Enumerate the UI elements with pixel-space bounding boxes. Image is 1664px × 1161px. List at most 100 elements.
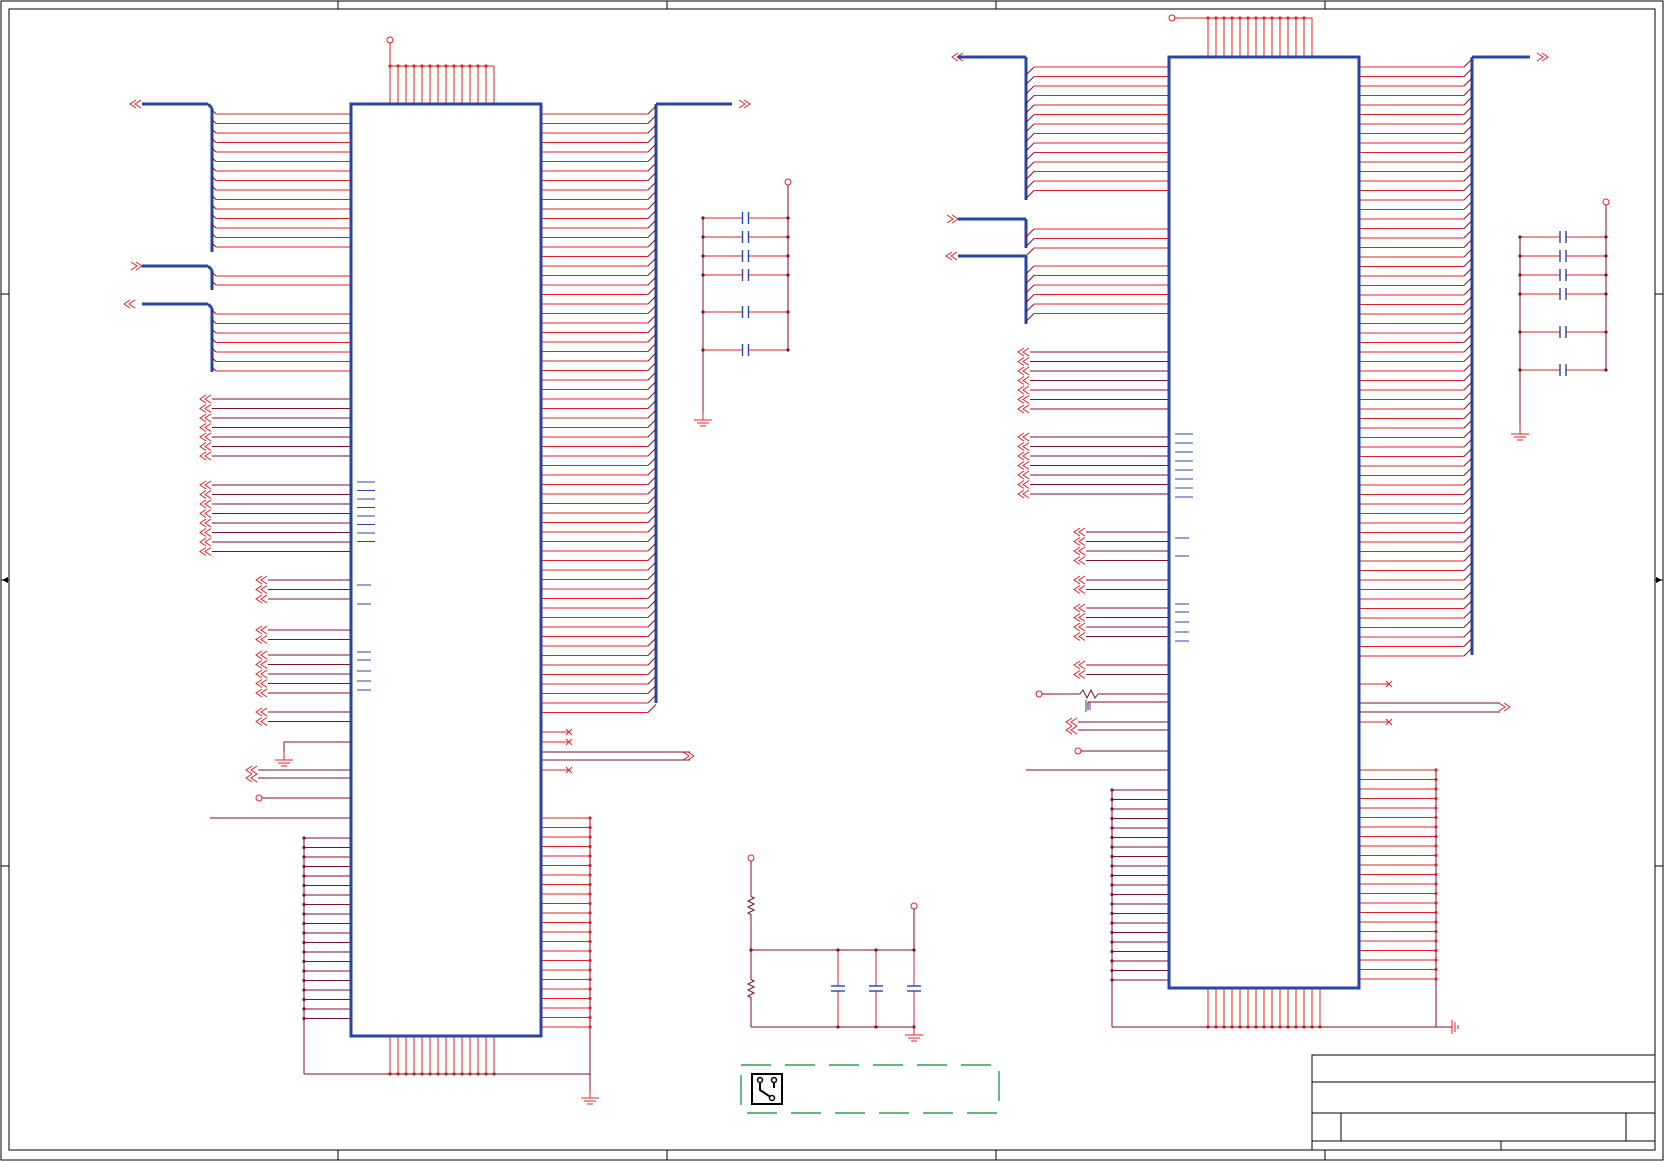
junction-dot (1518, 292, 1522, 296)
junction-dot (1110, 807, 1114, 811)
junction-dot (1604, 254, 1608, 258)
junction-dot (1434, 825, 1438, 829)
junction-dot (588, 987, 592, 991)
junction-dot (1110, 864, 1114, 868)
junction-dot (1434, 920, 1438, 924)
junction-dot (1110, 873, 1114, 878)
junction-dot (874, 948, 878, 952)
junction-dot (786, 348, 790, 352)
junction-dot (1230, 16, 1234, 20)
power-port-icon (747, 854, 755, 862)
capacitor (1520, 269, 1606, 281)
junction-dot (1110, 921, 1114, 925)
junction-dot (302, 950, 306, 954)
capacitor (703, 269, 788, 281)
capacitor (1520, 326, 1606, 338)
junction-dot (302, 864, 306, 869)
left-arrow-marker (2, 577, 8, 583)
junction-dot (1604, 273, 1608, 277)
junction-dot (701, 216, 705, 220)
junction-dot (1110, 959, 1114, 963)
junction-dot (874, 1025, 878, 1029)
resistor (1079, 688, 1099, 700)
resistor (746, 950, 756, 1027)
junction-dot (1434, 958, 1438, 962)
junction-dot (1110, 835, 1114, 840)
junction-dot (302, 836, 306, 840)
junction-dot (588, 920, 592, 925)
junction-dot (1434, 768, 1438, 772)
junction-dot (302, 940, 306, 945)
junction-dot (1434, 787, 1438, 791)
junction-dot (786, 310, 790, 314)
ground-icon (905, 1027, 923, 1042)
junction-dot (1434, 891, 1438, 896)
junction-dot (1110, 949, 1114, 954)
pcb-logo-icon (751, 1073, 783, 1105)
junction-dot (444, 64, 448, 68)
junction-dot (1518, 254, 1522, 258)
ground-icon (1511, 426, 1529, 441)
capacitor (703, 344, 788, 356)
power-port-icon (784, 178, 792, 186)
junction-dot (588, 996, 592, 1001)
junction-dot (1518, 273, 1522, 277)
junction-dot (588, 977, 592, 982)
junction-dot (786, 216, 790, 220)
junction-dot (1434, 977, 1438, 981)
capacitor (703, 306, 788, 318)
right-ic (945, 14, 1549, 1034)
junction-dot (1254, 16, 1258, 20)
junction-dot (436, 64, 440, 68)
capacitor (703, 212, 788, 224)
junction-dot (588, 863, 592, 868)
capacitor (703, 231, 788, 243)
junction-dot (412, 64, 416, 68)
power-port-icon (1168, 14, 1176, 22)
junction-dot (1604, 292, 1608, 296)
capacitor (907, 950, 921, 1027)
junction-dot (302, 874, 306, 878)
junction-dot (460, 64, 464, 68)
right-ic-body (1167, 55, 1361, 990)
junction-dot (588, 1025, 592, 1029)
junction-dot (302, 969, 306, 973)
junction-dot (1214, 16, 1218, 20)
junction-dot (1434, 948, 1438, 953)
junction-dot (588, 873, 592, 877)
junction-dot (588, 949, 592, 953)
junction-dot (1110, 902, 1114, 906)
junction-dot (1110, 930, 1114, 935)
capacitor (703, 250, 788, 262)
junction-dot (428, 64, 432, 68)
junction-dot (588, 930, 592, 934)
junction-dot (1434, 967, 1438, 972)
junction-dot (1278, 16, 1282, 20)
capacitor (831, 950, 845, 1027)
junction-dot (302, 855, 306, 859)
junction-dot (302, 978, 306, 983)
junction-dot (1206, 16, 1210, 20)
junction-dot (396, 64, 400, 68)
junction-dot (588, 958, 592, 963)
junction-dot (749, 948, 753, 952)
junction-dot (588, 1006, 592, 1010)
junction-dot (1518, 235, 1522, 239)
capacitor (869, 950, 883, 1027)
junction-dot (701, 235, 705, 239)
junction-dot (1110, 978, 1114, 982)
junction-dot (1110, 892, 1114, 897)
junction-dot (701, 310, 705, 314)
ground-icon (694, 412, 712, 427)
junction-dot (1434, 939, 1438, 943)
junction-dot (1434, 872, 1438, 877)
junction-dot (1434, 910, 1438, 915)
ground-icon (1451, 1020, 1459, 1034)
junction-dot (1434, 882, 1438, 886)
junction-dot (1222, 16, 1226, 20)
junction-dot (1110, 854, 1114, 859)
junction-dot (1110, 883, 1114, 887)
junction-dot (701, 273, 705, 277)
power-port-icon (255, 794, 263, 802)
junction-dot (1294, 16, 1298, 20)
